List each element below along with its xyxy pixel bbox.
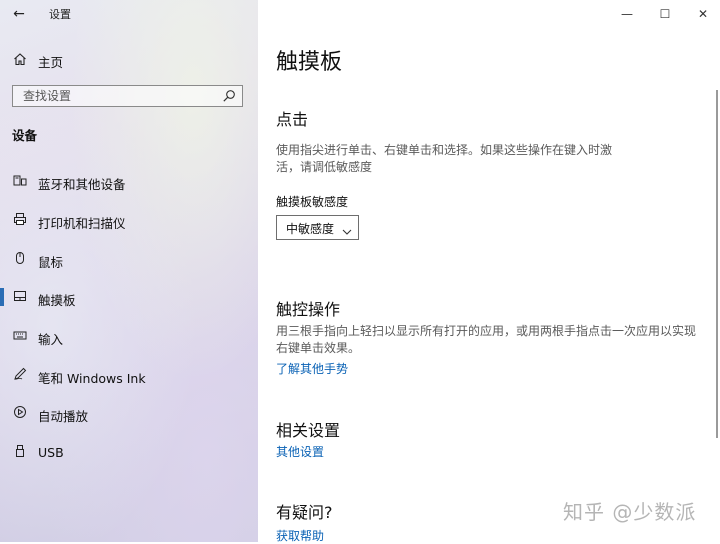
sidebar-item-label: 蓝牙和其他设备 xyxy=(38,177,126,192)
search-icon[interactable] xyxy=(222,88,236,102)
sensitivity-value: 中敏感度 xyxy=(286,222,335,236)
sidebar-item-label: 鼠标 xyxy=(38,255,64,270)
keyboard-icon xyxy=(12,328,28,344)
tap-description-line: 活，请调低敏感度 xyxy=(276,160,373,174)
home-icon xyxy=(12,52,28,68)
maximize-button[interactable]: ☐ xyxy=(650,4,680,24)
tap-description: 使用指尖进行单击、右键单击和选择。如果这些操作在键入时激 活，请调低敏感度 xyxy=(276,142,612,176)
search-input[interactable] xyxy=(13,86,213,106)
mouse-icon xyxy=(12,251,28,267)
learn-gestures-link[interactable]: 了解其他手势 xyxy=(276,360,348,377)
autoplay-icon xyxy=(12,405,28,421)
get-help-link[interactable]: 获取帮助 xyxy=(276,527,324,544)
watermark: 知乎 @少数派 xyxy=(563,500,697,524)
sensitivity-label: 触摸板敏感度 xyxy=(276,195,349,209)
sidebar-item-touchpad[interactable]: 触摸板 xyxy=(0,285,258,309)
sidebar-item-label: 输入 xyxy=(38,332,64,347)
section-title: 设备 xyxy=(12,128,38,143)
close-button[interactable]: ✕ xyxy=(688,4,718,24)
page-title: 触摸板 xyxy=(276,50,343,75)
related-settings-heading: 相关设置 xyxy=(276,421,341,440)
sidebar-item-usb[interactable]: USB xyxy=(0,440,258,464)
app-title: 设置 xyxy=(49,8,71,21)
sidebar-item-label: 打印机和扫描仪 xyxy=(38,216,126,231)
sensitivity-dropdown[interactable]: 中敏感度 xyxy=(276,215,359,240)
minimize-button[interactable]: — xyxy=(612,4,642,24)
pen-icon xyxy=(12,367,28,383)
sidebar: ← 设置 主页 设备 蓝牙和其他设备 打印机和扫描仪 鼠标 xyxy=(0,0,258,542)
chevron-down-icon xyxy=(342,222,352,235)
gestures-heading: 触控操作 xyxy=(276,300,341,319)
sidebar-item-bluetooth[interactable]: 蓝牙和其他设备 xyxy=(0,169,258,193)
sidebar-item-typing[interactable]: 输入 xyxy=(0,324,258,348)
usb-icon xyxy=(12,444,28,460)
sidebar-item-mouse[interactable]: 鼠标 xyxy=(0,247,258,271)
sidebar-item-label: 笔和 Windows Ink xyxy=(38,371,146,386)
sidebar-item-label: 自动播放 xyxy=(38,409,89,424)
search-box[interactable] xyxy=(12,85,243,107)
sidebar-item-home[interactable]: 主页 xyxy=(0,48,258,72)
main-content: — ☐ ✕ 触摸板 点击 使用指尖进行单击、右键单击和选择。如果这些操作在键入时… xyxy=(258,0,720,544)
back-button[interactable]: ← xyxy=(8,4,30,24)
sidebar-item-printers[interactable]: 打印机和扫描仪 xyxy=(0,208,258,232)
scrollbar[interactable] xyxy=(716,90,718,438)
tap-heading: 点击 xyxy=(276,110,309,129)
sidebar-item-label: USB xyxy=(38,445,64,460)
bluetooth-devices-icon xyxy=(12,173,28,189)
title-bar-left: ← 设置 xyxy=(0,0,258,28)
touchpad-icon xyxy=(12,289,28,305)
help-heading: 有疑问? xyxy=(276,503,333,522)
sidebar-item-label: 触摸板 xyxy=(38,293,76,308)
additional-settings-link[interactable]: 其他设置 xyxy=(276,443,324,460)
sidebar-item-autoplay[interactable]: 自动播放 xyxy=(0,401,258,425)
printer-icon xyxy=(12,212,28,228)
tap-description-line: 使用指尖进行单击、右键单击和选择。如果这些操作在键入时激 xyxy=(276,143,613,157)
gestures-description-line: 右键单击效果。 xyxy=(276,341,361,355)
sidebar-item-label: 主页 xyxy=(38,55,64,70)
gestures-description-line: 用三根手指向上轻扫以显示所有打开的应用，或用两根手指点击一次应用以实现 xyxy=(276,324,697,338)
sidebar-item-pen[interactable]: 笔和 Windows Ink xyxy=(0,363,258,387)
gestures-description: 用三根手指向上轻扫以显示所有打开的应用，或用两根手指点击一次应用以实现 右键单击… xyxy=(276,323,696,357)
